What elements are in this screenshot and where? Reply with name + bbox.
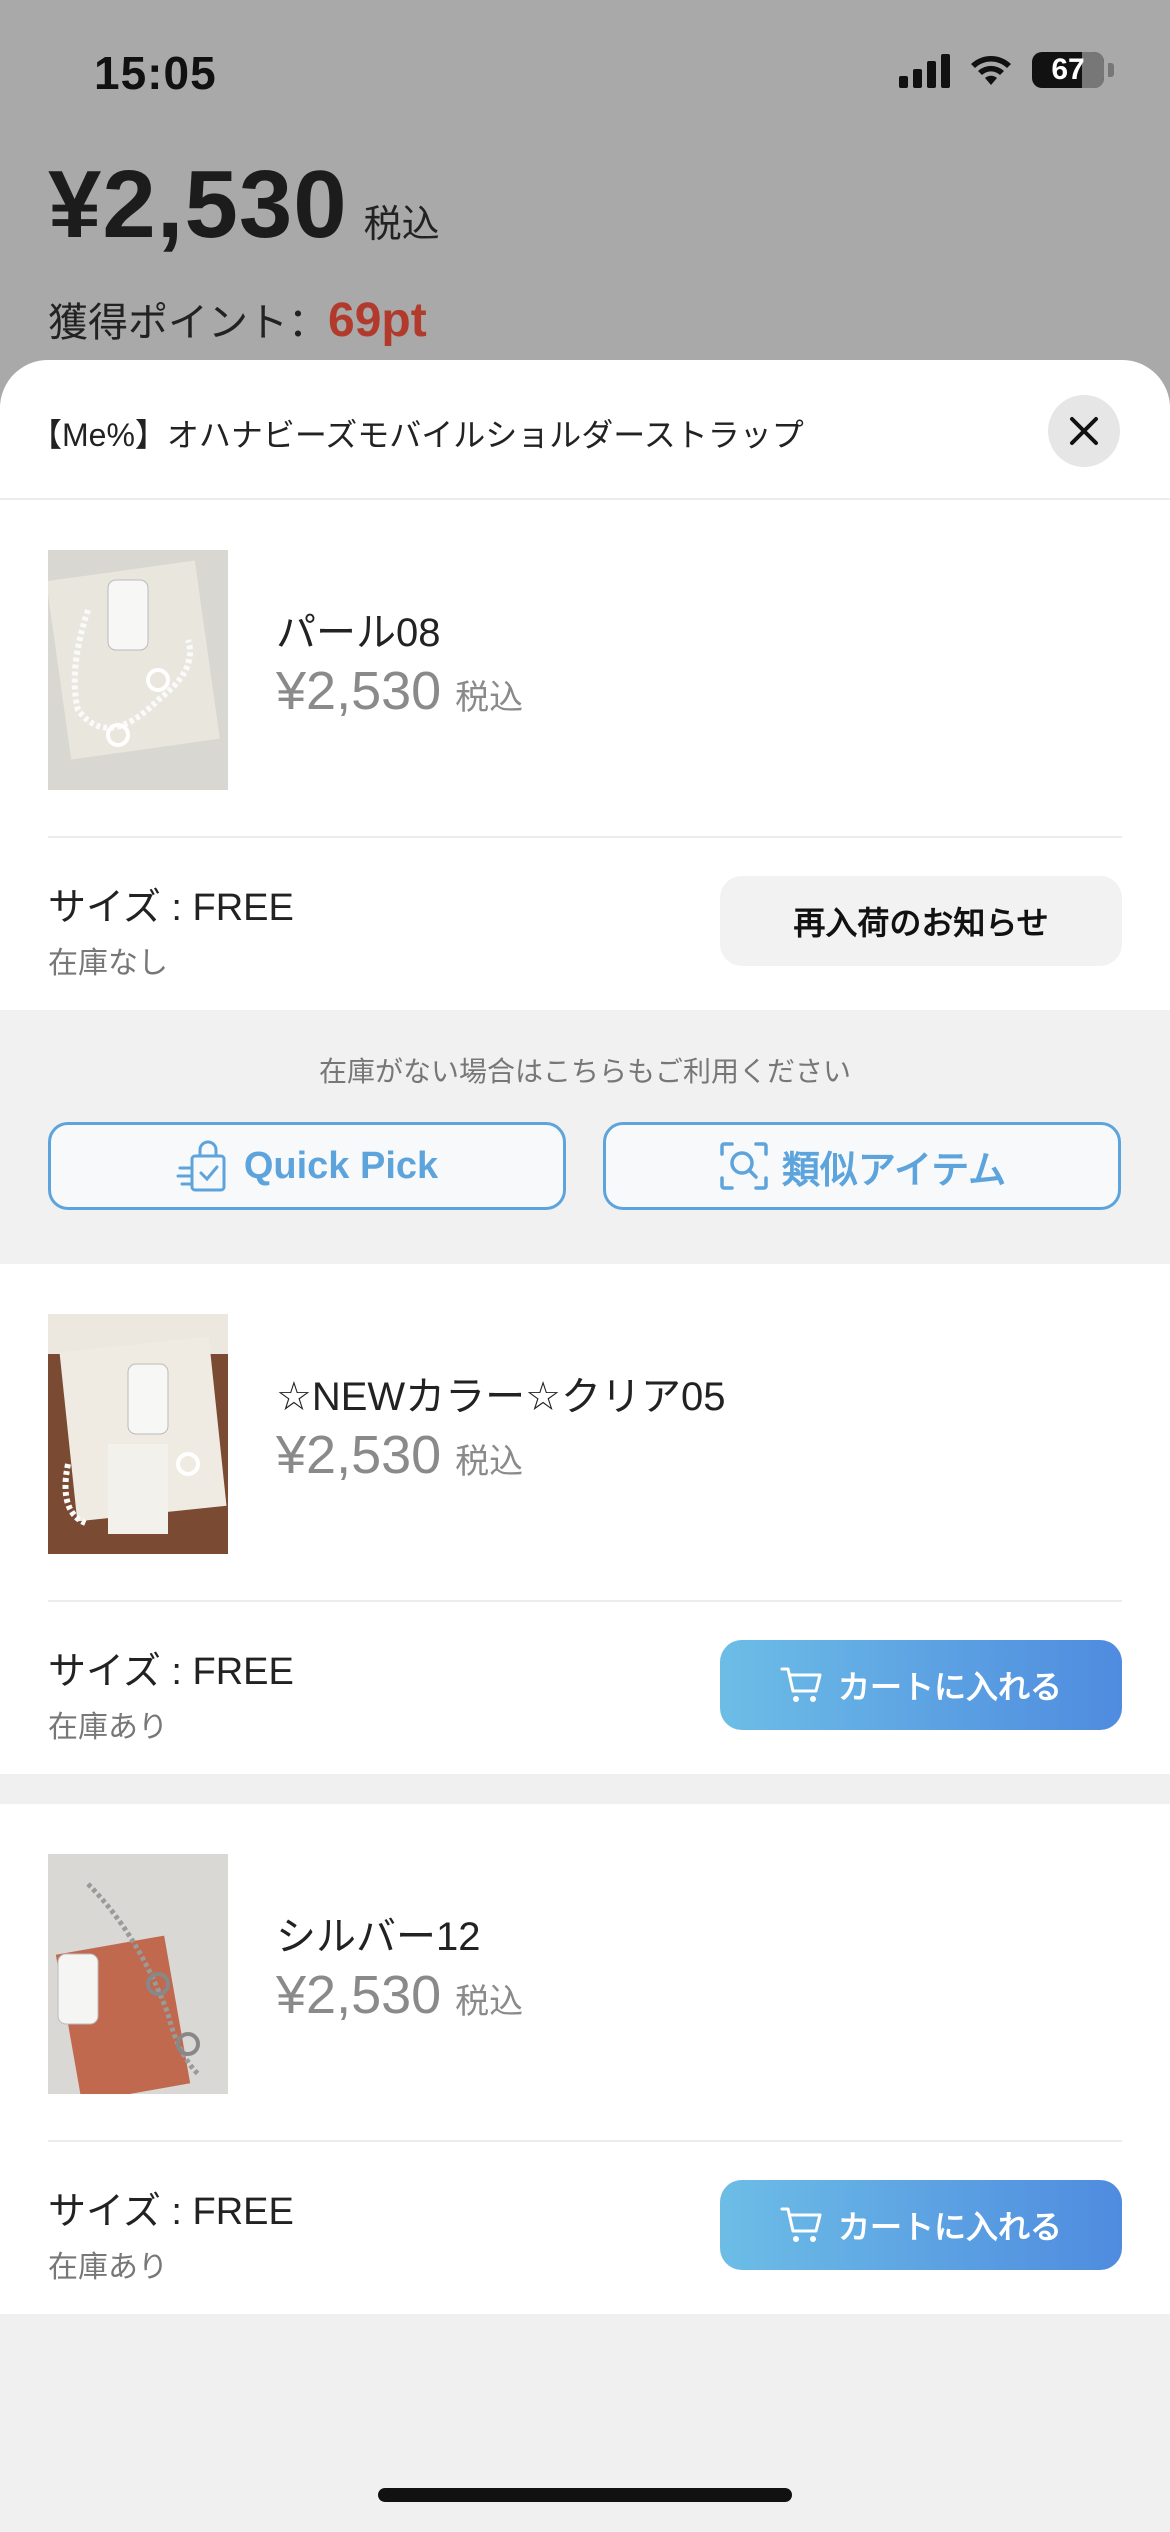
variant-size-row: サイズ : FREE 在庫なし 再入荷のお知らせ — [48, 838, 1122, 1010]
stock-status: 在庫なし — [48, 947, 168, 980]
restock-notify-button[interactable]: 再入荷のお知らせ — [720, 876, 1122, 966]
background-tax-label: 税込 — [363, 204, 440, 246]
section-gap — [0, 1774, 1170, 1804]
quick-pick-label: Quick Pick — [243, 1144, 439, 1187]
cart-icon — [780, 2207, 822, 2242]
size-label: サイズ : FREE — [48, 1651, 294, 1693]
variant-info: シルバー12 ¥2,530 税込 — [48, 1804, 1122, 2142]
home-indicator[interactable] — [378, 2488, 792, 2502]
status-icons: 67 — [899, 52, 1114, 88]
variant-price-amount: ¥2,530 — [276, 1425, 442, 1485]
variant-info: パール08 ¥2,530 税込 — [48, 500, 1122, 838]
variant-card: ☆NEWカラー☆クリア05 ¥2,530 税込 サイズ : FREE 在庫あり … — [0, 1264, 1170, 1774]
variant-selection-sheet: 【Me%】オハナビーズモバイルショルダーストラップ パール08 ¥2,530 税… — [0, 360, 1170, 2532]
variant-name: パール08 — [276, 611, 441, 655]
product-thumbnail[interactable] — [48, 1314, 228, 1554]
product-thumbnail[interactable] — [48, 550, 228, 790]
variant-tax-label: 税込 — [455, 1983, 524, 2021]
cellular-signal-icon — [899, 52, 950, 88]
sheet-header: 【Me%】オハナビーズモバイルショルダーストラップ — [0, 360, 1170, 500]
add-to-cart-label: カートに入れる — [837, 2209, 1062, 2245]
background-points: 獲得ポイント：69pt — [48, 290, 427, 348]
variant-tax-label: 税込 — [455, 1443, 524, 1481]
add-to-cart-label: カートに入れる — [837, 1669, 1062, 1705]
variant-price: ¥2,530 税込 — [276, 1964, 523, 2026]
similar-items-label: 類似アイテム — [781, 1149, 1007, 1192]
points-label: 獲得ポイント： — [48, 301, 328, 345]
add-to-cart-button[interactable]: カートに入れる — [720, 1640, 1122, 1730]
background-price-amount: ¥2,530 — [48, 151, 348, 258]
status-time: 15:05 — [94, 47, 217, 99]
variant-name: ☆NEWカラー☆クリア05 — [276, 1375, 726, 1419]
add-to-cart-button[interactable]: カートに入れる — [720, 2180, 1122, 2270]
battery-icon: 67 — [1032, 52, 1104, 88]
cart-icon — [780, 1667, 822, 1702]
out-of-stock-panel: 在庫がない場合はこちらもご利用ください Quick Pick 類似アイテム — [0, 1010, 1170, 1264]
variant-card: パール08 ¥2,530 税込 サイズ : FREE 在庫なし 再入荷のお知らせ — [0, 500, 1170, 1010]
variant-price-amount: ¥2,530 — [276, 661, 442, 721]
battery-level: 67 — [1051, 53, 1085, 86]
points-value: 69pt — [328, 294, 427, 347]
background-price: ¥2,530 税込 — [48, 150, 440, 260]
close-icon — [1070, 417, 1098, 445]
background-product-page: 15:05 67 ¥2,530 税込 獲得ポイント：69pt — [0, 0, 1170, 420]
variant-info: ☆NEWカラー☆クリア05 ¥2,530 税込 — [48, 1264, 1122, 1602]
similar-items-button[interactable]: 類似アイテム — [603, 1122, 1121, 1210]
sheet-title: 【Me%】オハナビーズモバイルショルダーストラップ — [30, 417, 804, 453]
status-bar: 15:05 67 — [0, 0, 1170, 140]
image-search-icon — [720, 1142, 768, 1190]
stock-status: 在庫あり — [48, 1711, 168, 1744]
quick-pick-button[interactable]: Quick Pick — [48, 1122, 566, 1210]
variant-price: ¥2,530 税込 — [276, 1424, 523, 1486]
variant-name: シルバー12 — [276, 1915, 481, 1959]
stock-status: 在庫あり — [48, 2251, 168, 2284]
variant-tax-label: 税込 — [455, 679, 524, 717]
product-thumbnail[interactable] — [48, 1854, 228, 2094]
variant-price: ¥2,530 税込 — [276, 660, 523, 722]
shopping-bag-icon — [176, 1140, 226, 1192]
close-button[interactable] — [1048, 395, 1120, 467]
variant-size-row: サイズ : FREE 在庫あり カートに入れる — [48, 1602, 1122, 1774]
size-label: サイズ : FREE — [48, 887, 294, 929]
out-of-stock-note: 在庫がない場合はこちらもご利用ください — [318, 1056, 851, 1087]
variant-card: シルバー12 ¥2,530 税込 サイズ : FREE 在庫あり カートに入れる — [0, 1804, 1170, 2314]
size-label: サイズ : FREE — [48, 2191, 294, 2233]
wifi-icon — [971, 56, 1011, 85]
variant-price-amount: ¥2,530 — [276, 1965, 442, 2025]
variant-size-row: サイズ : FREE 在庫あり カートに入れる — [48, 2142, 1122, 2314]
